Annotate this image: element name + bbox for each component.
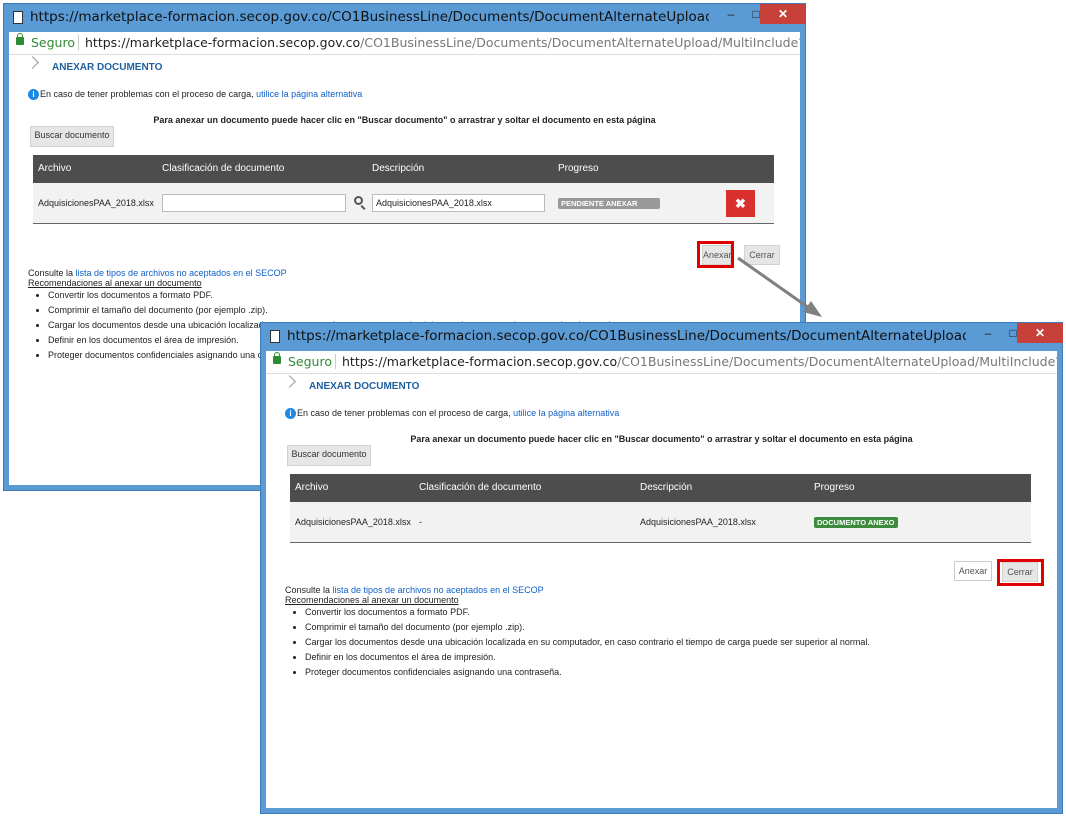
arrow-line: [737, 256, 813, 312]
transition-arrow: [737, 256, 822, 317]
arrow-head: [803, 301, 822, 317]
